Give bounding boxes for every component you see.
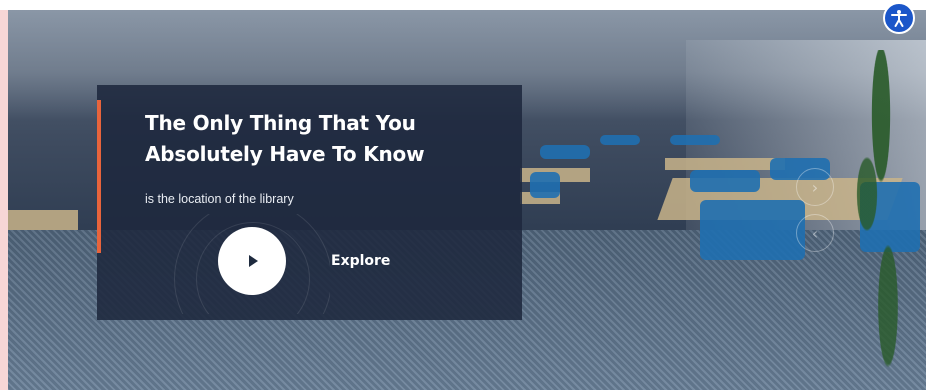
chair (600, 135, 640, 145)
chair (540, 145, 590, 159)
hero-title: The Only Thing That You Absolutely Have … (145, 108, 505, 170)
desk (8, 210, 78, 230)
top-edge (0, 0, 926, 10)
chair (670, 135, 720, 145)
desk (665, 158, 785, 170)
hero-subtitle: is the location of the library (145, 192, 294, 206)
chair (530, 172, 560, 198)
slider-next-button[interactable]: › (796, 168, 834, 206)
hero-title-line-2: Absolutely Have To Know (145, 142, 425, 166)
slider-prev-button[interactable]: ‹ (796, 214, 834, 252)
play-icon (249, 255, 258, 267)
chair (700, 200, 805, 260)
accessibility-icon (891, 10, 907, 27)
accessibility-button[interactable] (883, 2, 915, 34)
chevron-left-icon: ‹ (811, 223, 819, 243)
hero-card-accent (97, 100, 101, 253)
hero-title-line-1: The Only Thing That You (145, 111, 416, 135)
play-video-button[interactable] (218, 227, 286, 295)
chair (690, 170, 760, 192)
explore-link[interactable]: Explore (331, 253, 390, 269)
chevron-right-icon: › (811, 177, 819, 197)
plant (846, 50, 916, 370)
left-edge (0, 0, 8, 390)
